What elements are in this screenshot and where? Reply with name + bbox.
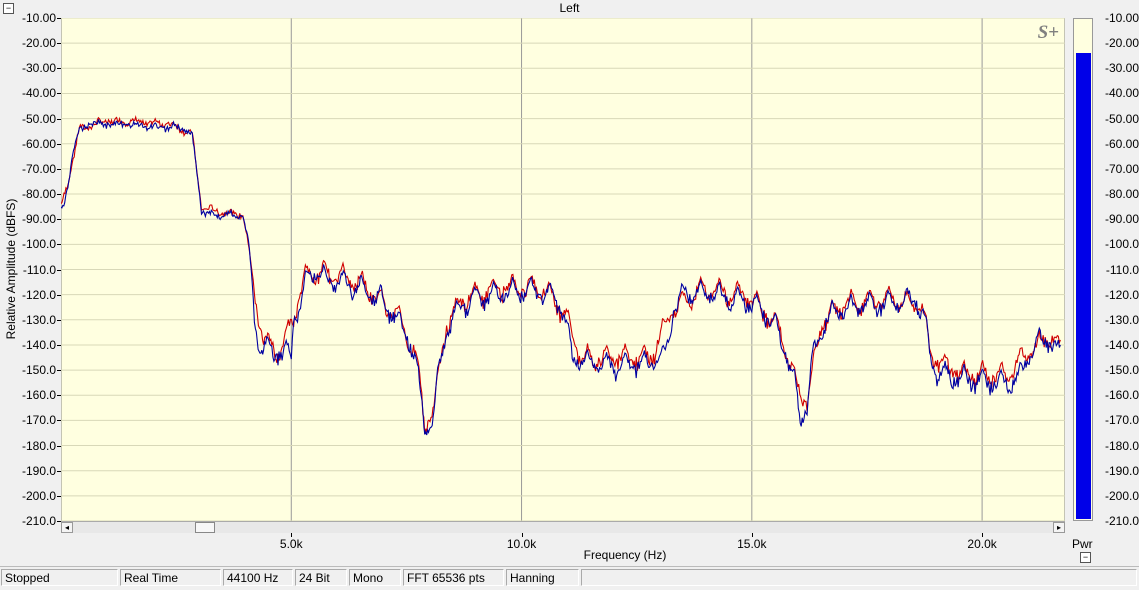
status-channels[interactable]: Mono (349, 569, 401, 586)
meter-tick-label: -150.0 (1104, 363, 1139, 378)
y-tick-label: -60.00 (21, 136, 56, 151)
meter-tick-label: -20.00 (1104, 36, 1139, 51)
y-tick-label: -180.0 (21, 438, 56, 453)
power-meter-label: Pwr (1072, 537, 1093, 551)
status-sample-rate[interactable]: 44100 Hz (223, 569, 293, 586)
y-tick-label: -100.0 (21, 237, 56, 252)
power-meter-bar (1076, 53, 1091, 519)
x-tick-mark (982, 533, 984, 537)
meter-tick-label: -210.0 (1104, 514, 1139, 528)
y-tick-label: -170.0 (21, 413, 56, 428)
meter-tick-label: -30.00 (1104, 61, 1139, 76)
meter-tick-label: -60.00 (1104, 136, 1139, 151)
meter-tick-label: -80.00 (1104, 187, 1139, 202)
app-logo: S+ (1037, 22, 1059, 43)
spectrum-chart-svg (61, 18, 1065, 521)
x-tick-label: 5.0k (279, 537, 303, 551)
meter-tick-label: -160.0 (1104, 388, 1139, 403)
meter-tick-label: -90.00 (1104, 212, 1139, 227)
meter-tick-label: -130.0 (1104, 312, 1139, 327)
status-mode[interactable]: Real Time (120, 569, 221, 586)
y-tick-label: -30.00 (21, 61, 56, 76)
y-tick-label: -120.0 (21, 287, 56, 302)
y-tick-label: -80.00 (21, 187, 56, 202)
y-tick-label: -110.0 (22, 262, 56, 277)
y-tick-label: -150.0 (21, 363, 56, 378)
scroll-right-button[interactable]: ▸ (1053, 522, 1065, 533)
meter-tick-label: -70.00 (1104, 161, 1139, 176)
meter-tick-label: -40.00 (1104, 86, 1139, 101)
status-blank (581, 569, 1137, 586)
y-tick-label: -130.0 (21, 312, 56, 327)
spectrum-plot[interactable]: S+ (61, 18, 1065, 521)
x-tick-mark (521, 533, 523, 537)
status-window-function[interactable]: Hanning (506, 569, 579, 586)
y-tick-label: -140.0 (21, 337, 56, 352)
y-tick-label: -190.0 (21, 463, 56, 478)
scroll-left-button[interactable]: ◂ (61, 522, 73, 533)
meter-tick-label: -170.0 (1104, 413, 1139, 428)
status-bit-depth[interactable]: 24 Bit (295, 569, 347, 586)
x-tick-label: 15.0k (737, 537, 767, 551)
meter-tick-label: -190.0 (1104, 463, 1139, 478)
status-state: Stopped (1, 569, 118, 586)
y-tick-label: -160.0 (21, 388, 56, 403)
y-tick-label: -210.0 (21, 514, 56, 528)
y-tick-label: -50.00 (21, 111, 56, 126)
status-bar: Stopped Real Time 44100 Hz 24 Bit Mono F… (0, 566, 1139, 588)
x-tick-label: 20.0k (967, 537, 997, 551)
x-axis-label: Frequency (Hz) (583, 548, 667, 562)
y-tick-label: -20.00 (21, 36, 56, 51)
horizontal-scrollbar[interactable]: ◂ ▸ (61, 521, 1065, 533)
meter-tick-label: -100.0 (1104, 237, 1139, 252)
meter-tick-label: -10.00 (1104, 11, 1139, 25)
status-fft-size[interactable]: FFT 65536 pts (403, 569, 504, 586)
meter-collapse-button[interactable]: − (1080, 552, 1091, 563)
y-tick-label: -40.00 (21, 86, 56, 101)
x-tick-mark (751, 533, 753, 537)
y-tick-label: -200.0 (21, 488, 56, 503)
y-tick-label: -10.00 (21, 11, 56, 25)
meter-tick-label: -140.0 (1104, 337, 1139, 352)
y-tick-label: -90.00 (21, 212, 56, 227)
meter-tick-label: -180.0 (1104, 438, 1139, 453)
y-tick-label: -70.00 (21, 161, 56, 176)
meter-tick-label: -110.0 (1105, 262, 1139, 277)
meter-tick-label: -120.0 (1104, 287, 1139, 302)
meter-tick-label: -200.0 (1104, 488, 1139, 503)
window-title: Left (559, 1, 580, 15)
scroll-thumb[interactable] (195, 522, 215, 533)
meter-tick-label: -50.00 (1104, 111, 1139, 126)
x-tick-mark (291, 533, 293, 537)
